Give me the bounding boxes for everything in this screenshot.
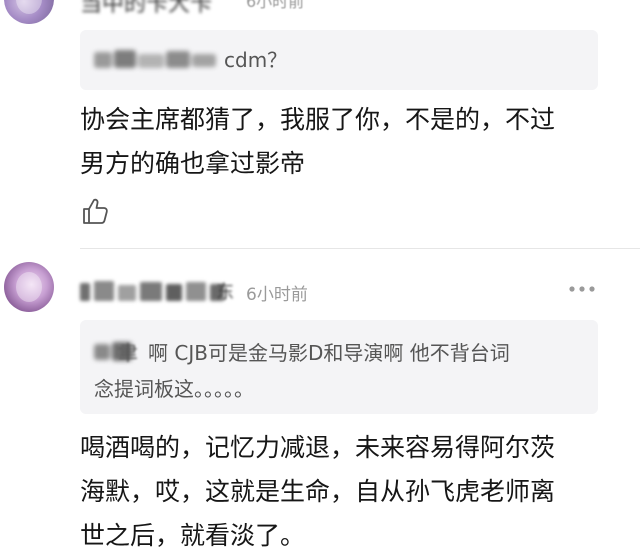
- avatar-face: [16, 272, 42, 302]
- more-dots-icon[interactable]: [568, 284, 596, 294]
- quoted-text-line: 啊 CJB可是金马影D和导演啊 他不背台词: [148, 341, 510, 365]
- comment-body-line: 喝酒喝的，记忆力减退，未来容易得阿尔茨: [80, 433, 556, 462]
- quoted-reply[interactable]: cdm？: [80, 30, 598, 90]
- comment-body-line: 男方的确也拿过影帝: [80, 149, 306, 178]
- quoted-author-name: [94, 50, 216, 68]
- avatar[interactable]: [4, 262, 54, 312]
- quoted-reply[interactable]: 聿 啊 CJB可是金马影D和导演啊 他不背台词 念提词板这。。。。。: [80, 320, 598, 414]
- thumbs-up-icon[interactable]: [80, 196, 110, 226]
- comment-username-tail: 东: [216, 282, 234, 303]
- quoted-text: cdm？: [224, 48, 288, 72]
- comment-thread: 当中的卡大卡 6小时前 cdm？ 协会主席都猜了，我服了你，不是的，不过 男方的…: [0, 0, 640, 560]
- comment-time: 6小时前: [246, 0, 305, 11]
- comment-body-line: 海默，哎，这就是生命，自从孙飞虎老师离: [80, 477, 556, 506]
- comment-username[interactable]: 当中的卡大卡: [80, 0, 212, 18]
- avatar-face: [16, 0, 42, 14]
- quoted-author-tail: 聿: [118, 341, 138, 365]
- comment-divider: [80, 248, 640, 249]
- avatar[interactable]: [4, 0, 54, 24]
- comment-body-line: 世之后，就看淡了。: [80, 521, 306, 550]
- quoted-text-line: 念提词板这。。。。。: [94, 377, 254, 401]
- comment-time: 6小时前: [246, 285, 308, 305]
- comment-body-line: 协会主席都猜了，我服了你，不是的，不过: [80, 105, 556, 134]
